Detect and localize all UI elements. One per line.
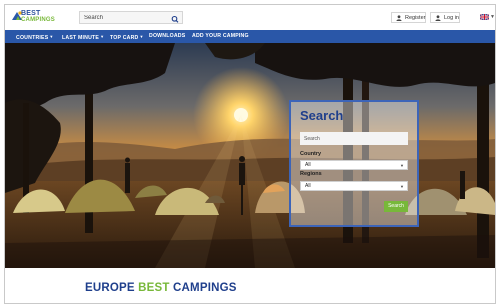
country-select-value: All [305, 162, 311, 168]
nav-item-label: COUNTRIES [16, 35, 49, 41]
panel-search-button[interactable]: Search [384, 201, 408, 212]
country-select[interactable]: All ▼ [300, 160, 408, 170]
campsite-sunset-photo [5, 43, 495, 268]
nav-item-label: TOP CARD [110, 35, 139, 41]
site-header: BEST CAMPINGS Register [5, 5, 495, 30]
chevron-down-icon: ▼ [49, 34, 54, 39]
nav-item-label: LAST MINUTE [62, 35, 100, 41]
nav-item-top-card[interactable]: TOP CARD▼ [110, 30, 144, 43]
header-search-input[interactable] [80, 12, 168, 23]
register-label: Register [405, 15, 426, 21]
regions-label: Regions [300, 171, 322, 177]
uk-flag-icon[interactable] [480, 14, 489, 20]
logo-text: BEST CAMPINGS [21, 10, 55, 24]
regions-select[interactable]: All ▼ [300, 181, 408, 191]
language-chevron-down-icon[interactable]: ▼ [490, 14, 495, 20]
section-title-best: BEST [138, 282, 170, 294]
section-title-part3: CAMPINGS [169, 282, 237, 294]
nav-item-last-minute[interactable]: LAST MINUTE▼ [62, 30, 104, 43]
section-title-part1: EUROPE [85, 282, 139, 294]
nav-item-countries[interactable]: COUNTRIES▼ [16, 30, 54, 43]
register-button[interactable]: Register [391, 12, 426, 23]
logo-line2: CAMPINGS [21, 17, 55, 23]
search-panel-title: Search [300, 108, 344, 123]
country-label: Country [300, 151, 322, 157]
chevron-down-icon: ▼ [139, 34, 144, 39]
header-search-button[interactable] [168, 12, 182, 23]
login-button[interactable]: Log in [430, 12, 460, 23]
chevron-down-icon: ▼ [400, 163, 404, 168]
nav-item-label: DOWNLOADS [149, 33, 186, 39]
nav-item-downloads[interactable]: DOWNLOADS [149, 30, 185, 43]
logo-line1: BEST [21, 10, 41, 17]
search-panel: Search Country All ▼ Regions All ▼ Searc… [289, 100, 419, 227]
user-icon [396, 15, 402, 21]
chevron-down-icon: ▼ [400, 184, 404, 189]
panel-search-input[interactable] [300, 132, 408, 145]
search-icon [171, 15, 179, 23]
header-search [79, 11, 183, 24]
site-logo[interactable]: BEST CAMPINGS [11, 9, 55, 27]
login-label: Log in [444, 15, 459, 21]
chevron-down-icon: ▼ [100, 34, 105, 39]
main-nav: COUNTRIES▼ LAST MINUTE▼ TOP CARD▼ DOWNLO… [5, 30, 495, 43]
user-icon [435, 15, 441, 21]
regions-select-value: All [305, 183, 311, 189]
nav-item-label: ADD YOUR CAMPING [192, 33, 249, 39]
hero-banner: Search Country All ▼ Regions All ▼ Searc… [5, 43, 495, 268]
nav-item-add-your-camping[interactable]: ADD YOUR CAMPING [192, 30, 249, 43]
browser-viewport: BEST CAMPINGS Register [4, 4, 496, 304]
section-title: EUROPE BEST CAMPINGS [85, 282, 237, 294]
